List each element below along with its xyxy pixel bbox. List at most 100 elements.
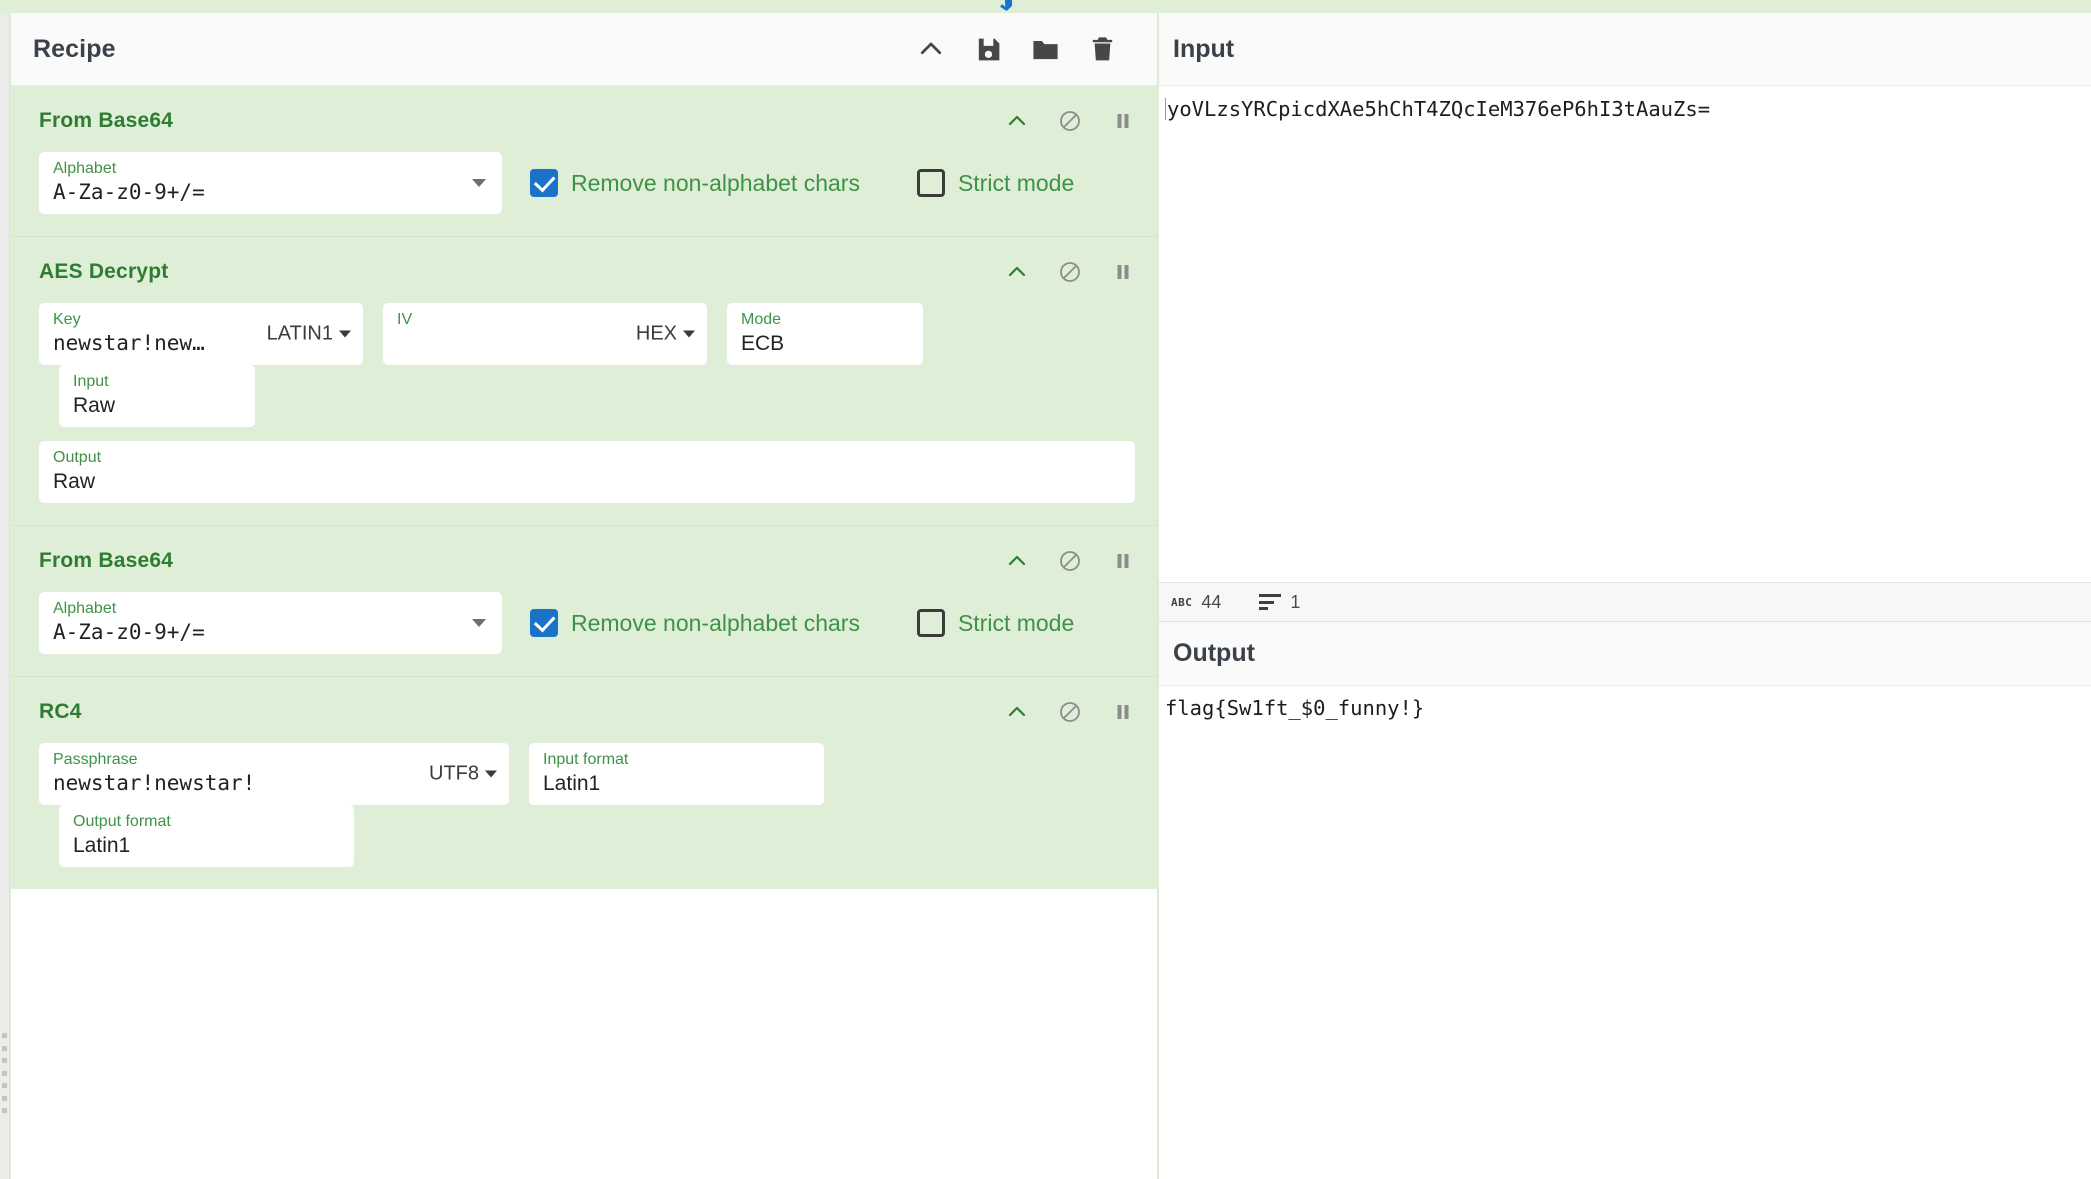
collapse-chevron-icon[interactable] [916,34,946,64]
checkbox-label: Strict mode [958,170,1074,197]
passphrase-encoding-dropdown[interactable]: UTF8 [429,763,497,786]
strict-mode-checkbox[interactable] [917,169,945,197]
checkbox-label: Strict mode [958,610,1074,637]
operation-list: From Base64 Al [11,86,1157,889]
aes-input-field[interactable]: Input Raw [59,365,255,427]
rc4-output-format-field[interactable]: Output format Latin1 [59,805,354,867]
operation-from-base64-2[interactable]: From Base64 Al [11,526,1157,677]
operation-rc4[interactable]: RC4 Passphrase [11,677,1157,889]
recipe-title: Recipe [33,35,116,64]
field-value: ECB [741,332,909,355]
iv-encoding-label: HEX [636,323,677,346]
chevron-down-icon [472,179,486,187]
input-lines-group: 1 [1259,592,1300,613]
field-value: A-Za-z0-9+/= [53,621,488,644]
operation-icons [1005,109,1135,133]
text-caret [1165,98,1166,120]
pause-breakpoint-icon[interactable] [1111,260,1135,284]
output-value: flag{Sw1ft_$0_funny!} [1165,696,1424,720]
recipe-title-bar: Recipe [11,13,1157,86]
pause-breakpoint-icon[interactable] [1111,549,1135,573]
operation-icons [1005,549,1135,573]
recipe-pane: Recipe From Base64 [11,13,1158,1179]
passphrase-encoding-label: UTF8 [429,763,479,786]
chevron-up-icon[interactable] [1005,549,1029,573]
alphabet-select[interactable]: Alphabet A-Za-z0-9+/= [39,592,502,654]
field-label: Output format [73,814,340,831]
input-textarea[interactable]: yoVLzsYRCpicdXAe5hChT4ZQcIeM376eP6hI3tAa… [1159,86,2091,582]
cyberchef-app: Recipe From Base64 [0,0,2091,1179]
left-pane-splitter[interactable] [0,13,10,1179]
lines-icon [1259,594,1281,610]
recipe-empty-area[interactable] [11,889,1157,1179]
iv-encoding-dropdown[interactable]: HEX [636,323,695,346]
operation-body: Key newstar!new… LATIN1 IV HEX [11,291,1157,427]
operation-title: AES Decrypt [39,260,168,284]
aes-output-field[interactable]: Output Raw [39,441,1135,503]
field-label: Key [53,312,253,329]
load-recipe-icon[interactable] [1031,35,1060,64]
operation-icons [1005,700,1135,724]
recipe-toolbar [916,34,1137,64]
operation-body: Alphabet A-Za-z0-9+/= Remove non-alphabe… [11,140,1157,214]
disable-operation-icon[interactable] [1058,109,1082,133]
disable-operation-icon[interactable] [1058,700,1082,724]
top-cutoff-strip [0,0,2091,13]
alphabet-select[interactable]: Alphabet A-Za-z0-9+/= [39,152,502,214]
operation-header: From Base64 [11,542,1157,580]
remove-non-alphabet-checkbox[interactable] [530,169,558,197]
input-status-bar: ABC 44 1 [1159,582,2091,622]
rc4-passphrase-field[interactable]: Passphrase newstar!newstar! UTF8 [39,743,509,805]
strict-mode-checkbox[interactable] [917,609,945,637]
operation-title: RC4 [39,700,82,724]
aes-key-field[interactable]: Key newstar!new… LATIN1 [39,303,363,365]
pause-breakpoint-icon[interactable] [1111,109,1135,133]
input-length-group: ABC 44 [1171,592,1221,613]
chevron-up-icon[interactable] [1005,109,1029,133]
operation-header: AES Decrypt [11,253,1157,291]
pause-breakpoint-icon[interactable] [1111,700,1135,724]
remove-non-alphabet-checkbox-row[interactable]: Remove non-alphabet chars [502,152,860,214]
aes-iv-field[interactable]: IV HEX [383,303,707,365]
chevron-down-icon [485,771,497,778]
chevron-up-icon[interactable] [1005,260,1029,284]
operation-icons [1005,260,1135,284]
strict-mode-checkbox-row[interactable]: Strict mode [860,592,1074,654]
output-textarea[interactable]: flag{Sw1ft_$0_funny!} [1159,686,2091,720]
disable-operation-icon[interactable] [1058,549,1082,573]
input-title: Input [1173,35,1234,64]
field-label: Passphrase [53,752,399,769]
operation-header: From Base64 [11,102,1157,140]
key-encoding-label: LATIN1 [267,323,333,346]
input-lines-value: 1 [1290,592,1300,613]
clear-recipe-icon[interactable] [1088,35,1117,64]
aes-mode-field[interactable]: Mode ECB [727,303,923,365]
save-recipe-icon[interactable] [974,35,1003,64]
disable-operation-icon[interactable] [1058,260,1082,284]
operation-body-row-2: Output Raw [11,427,1157,503]
operation-title: From Base64 [39,549,173,573]
field-value: Raw [53,470,1121,493]
field-label: IV [397,312,597,329]
operation-body: Passphrase newstar!newstar! UTF8 Input f… [11,731,1157,867]
field-label: Mode [741,312,909,329]
rc4-input-format-field[interactable]: Input format Latin1 [529,743,824,805]
operation-header: RC4 [11,693,1157,731]
key-encoding-dropdown[interactable]: LATIN1 [267,323,351,346]
output-title-bar: Output [1159,622,2091,686]
chevron-up-icon[interactable] [1005,700,1029,724]
partial-checkbox-icon [1000,0,1012,11]
field-label: Alphabet [53,161,488,178]
splitter-grip[interactable] [2,1033,7,1113]
field-value: Latin1 [543,772,810,795]
remove-non-alphabet-checkbox-row[interactable]: Remove non-alphabet chars [502,592,860,654]
output-title: Output [1173,639,1255,668]
field-value: newstar!new… [53,332,253,355]
strict-mode-checkbox-row[interactable]: Strict mode [860,152,1074,214]
field-value: Latin1 [73,834,340,857]
operation-aes-decrypt[interactable]: AES Decrypt Ke [11,237,1157,526]
operation-from-base64-1[interactable]: From Base64 Al [11,86,1157,237]
io-pane: Input yoVLzsYRCpicdXAe5hChT4ZQcIeM376eP6… [1159,13,2091,1179]
field-label: Output [53,450,1121,467]
remove-non-alphabet-checkbox[interactable] [530,609,558,637]
